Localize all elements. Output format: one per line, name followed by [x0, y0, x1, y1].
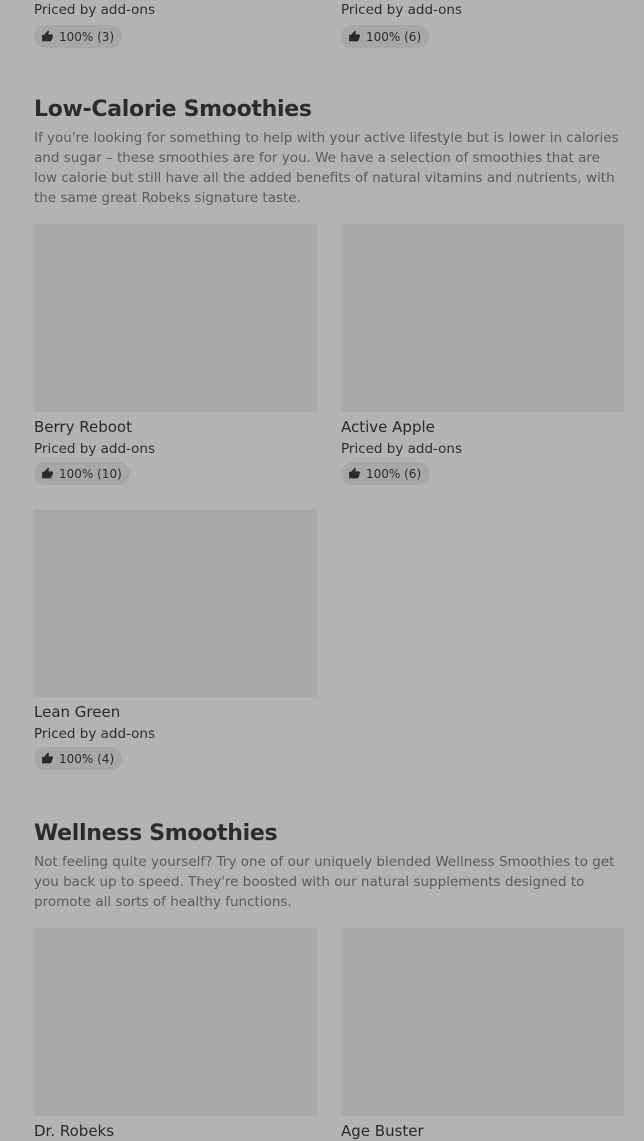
item-price: Priced by add-ons [34, 726, 156, 742]
item-name: Age Buster [341, 1122, 424, 1140]
menu-item-card[interactable]: Dr. Robeks [34, 928, 317, 1141]
item-image[interactable] [34, 509, 317, 697]
section-description: Not feeling quite yourself? Try one of o… [34, 854, 615, 910]
menu-item-card[interactable]: Lean Green Priced by add-ons 100% (4) [34, 509, 317, 770]
rating-text: 100% (6) [366, 466, 422, 481]
thumbs-up-icon [41, 752, 54, 765]
rating-text: 100% (10) [59, 466, 122, 481]
item-price: Priced by add-ons [341, 2, 463, 18]
section-wellness: Wellness Smoothies Not feeling quite you… [34, 820, 624, 1141]
item-image[interactable] [341, 928, 624, 1116]
section-description: If you're looking for something to help … [34, 130, 619, 206]
item-name: Berry Reboot [34, 418, 132, 436]
rating-badge: 100% (4) [34, 747, 123, 770]
section-low-calorie: Low-Calorie Smoothies If you're looking … [34, 96, 624, 770]
menu-item-card[interactable]: Berry Reboot Priced by add-ons 100% (10) [34, 224, 317, 485]
item-grid: Dr. Robeks Age Buster [34, 928, 624, 1141]
thumbs-up-icon [41, 30, 54, 43]
menu-item-card[interactable]: Priced by add-ons 100% (3) [34, 0, 317, 48]
menu-item-card[interactable]: Active Apple Priced by add-ons 100% (6) [341, 224, 624, 485]
item-image[interactable] [341, 224, 624, 412]
rating-badge: 100% (6) [341, 25, 430, 48]
item-price: Priced by add-ons [34, 441, 156, 457]
thumbs-up-icon [41, 467, 54, 480]
item-name: Lean Green [34, 703, 121, 721]
item-image[interactable] [34, 928, 317, 1116]
section-title: Low-Calorie Smoothies [34, 97, 312, 122]
menu-item-card[interactable]: Priced by add-ons 100% (6) [341, 0, 624, 48]
item-grid: Berry Reboot Priced by add-ons 100% (10)… [34, 224, 624, 770]
item-price: Priced by add-ons [34, 2, 156, 18]
rating-badge: 100% (6) [341, 462, 430, 485]
top-cards-row: Priced by add-ons 100% (3) Priced by add… [34, 0, 624, 48]
rating-text: 100% (4) [59, 751, 115, 766]
thumbs-up-icon [348, 467, 361, 480]
rating-text: 100% (6) [366, 29, 422, 44]
item-name: Dr. Robeks [34, 1122, 115, 1140]
item-name: Active Apple [341, 418, 435, 436]
rating-badge: 100% (3) [34, 25, 123, 48]
item-image[interactable] [34, 224, 317, 412]
menu-item-card[interactable]: Age Buster [341, 928, 624, 1141]
thumbs-up-icon [348, 30, 361, 43]
rating-badge: 100% (10) [34, 462, 130, 485]
item-price: Priced by add-ons [341, 441, 463, 457]
section-title: Wellness Smoothies [34, 821, 278, 846]
rating-text: 100% (3) [59, 29, 115, 44]
